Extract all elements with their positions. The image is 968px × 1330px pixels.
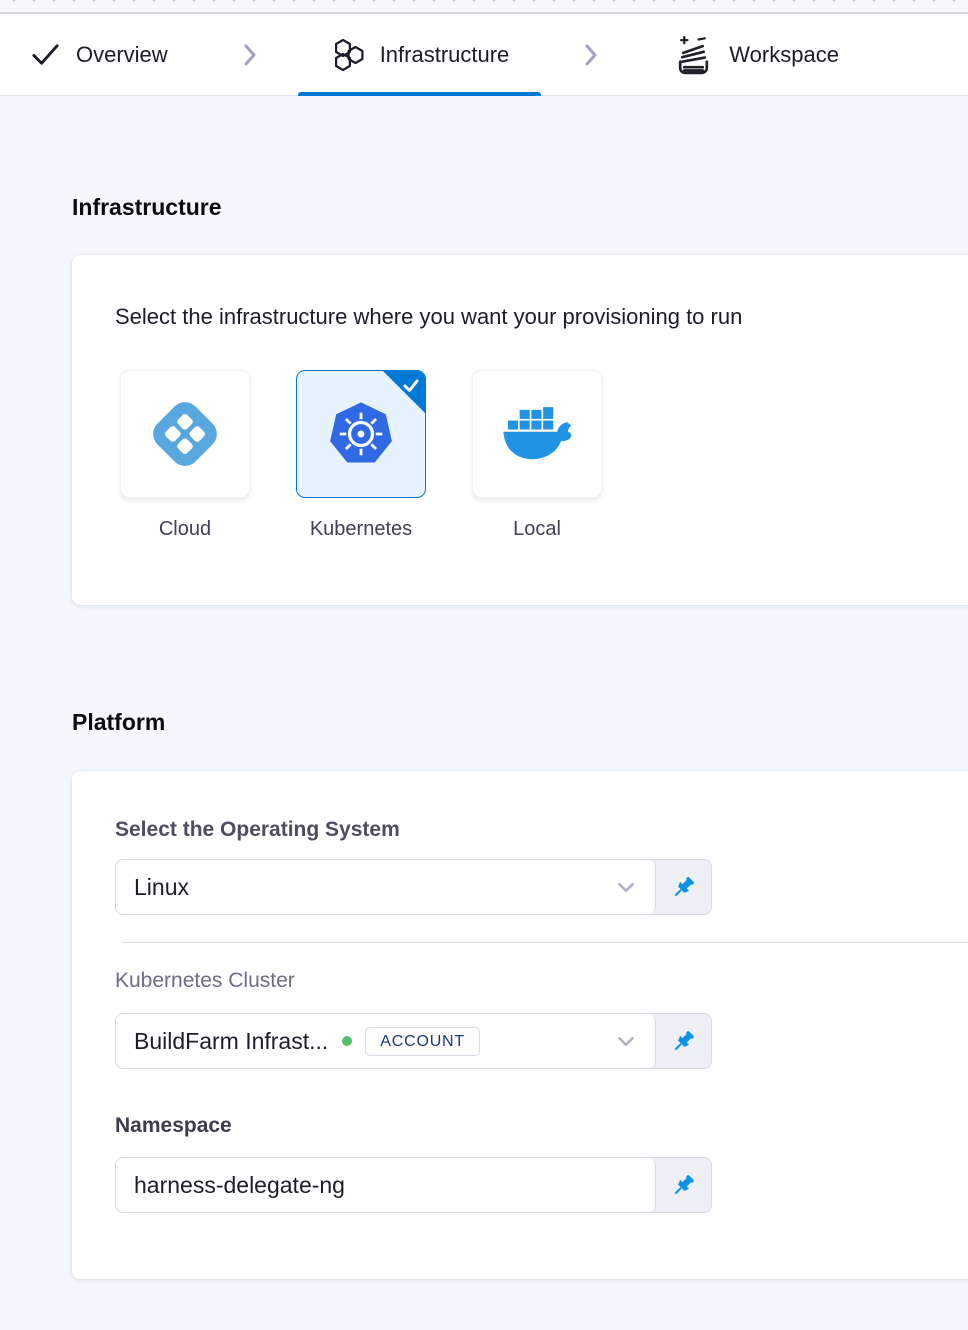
hexagons-icon bbox=[332, 37, 365, 72]
cluster-field-label: Kubernetes Cluster bbox=[115, 968, 968, 994]
tab-infrastructure[interactable]: Infrastructure bbox=[332, 14, 510, 95]
wizard-tab-bar: Overview Infrastructure bbox=[0, 14, 968, 96]
platform-section-heading: Platform bbox=[72, 707, 968, 737]
infrastructure-prompt: Select the infrastructure where you want… bbox=[115, 303, 968, 330]
tile-label-cloud: Cloud bbox=[159, 518, 211, 541]
chevron-down-icon bbox=[613, 1028, 639, 1054]
pipeline-canvas-strip bbox=[0, 0, 968, 14]
os-select[interactable]: Linux bbox=[116, 860, 656, 914]
os-field-group: Linux bbox=[115, 859, 712, 915]
tab-label: Infrastructure bbox=[380, 42, 510, 68]
tab-overview[interactable]: Overview bbox=[30, 14, 168, 95]
cloud-tile[interactable] bbox=[120, 370, 250, 498]
cluster-select[interactable]: BuildFarm Infrast... ACCOUNT bbox=[116, 1014, 656, 1068]
option-cloud: Cloud bbox=[120, 370, 250, 541]
selected-check-icon bbox=[399, 374, 423, 398]
namespace-input[interactable] bbox=[134, 1172, 639, 1199]
chevron-right-icon bbox=[238, 37, 262, 73]
harness-cloud-icon bbox=[146, 395, 224, 473]
cluster-select-value: BuildFarm Infrast... bbox=[134, 1028, 328, 1055]
cluster-pin-button[interactable] bbox=[656, 1014, 711, 1068]
platform-card: Select the Operating System Linux bbox=[72, 771, 968, 1279]
connector-status-dot bbox=[342, 1036, 352, 1046]
os-select-value: Linux bbox=[134, 874, 189, 901]
scope-badge: ACCOUNT bbox=[365, 1027, 480, 1056]
option-kubernetes: Kubernetes bbox=[296, 370, 426, 541]
check-icon bbox=[30, 39, 61, 70]
tab-label: Workspace bbox=[729, 42, 839, 68]
build-stage-setup: Infrastructure Select the infrastructure… bbox=[0, 192, 968, 1279]
chevron-down-icon bbox=[613, 874, 639, 900]
namespace-field-group bbox=[115, 1157, 712, 1213]
tab-label: Overview bbox=[76, 42, 168, 68]
docker-icon bbox=[500, 406, 574, 462]
cluster-field-group: BuildFarm Infrast... ACCOUNT bbox=[115, 1013, 712, 1069]
kubernetes-icon bbox=[325, 398, 397, 470]
os-field-label: Select the Operating System bbox=[115, 817, 968, 843]
chevron-right-icon bbox=[579, 37, 603, 73]
infrastructure-section-heading: Infrastructure bbox=[72, 192, 968, 222]
kubernetes-tile[interactable] bbox=[296, 370, 426, 498]
namespace-pin-button[interactable] bbox=[656, 1158, 711, 1212]
local-tile[interactable] bbox=[472, 370, 602, 498]
namespace-field-label: Namespace bbox=[115, 1113, 968, 1139]
infrastructure-card: Select the infrastructure where you want… bbox=[72, 255, 968, 605]
tile-label-kubernetes: Kubernetes bbox=[310, 518, 412, 541]
infrastructure-options: Cloud bbox=[120, 370, 968, 541]
namespace-input-wrap bbox=[116, 1158, 656, 1212]
os-pin-button[interactable] bbox=[656, 860, 711, 914]
stack-icon bbox=[673, 34, 714, 75]
section-divider bbox=[122, 942, 968, 943]
tile-label-local: Local bbox=[513, 518, 561, 541]
option-local: Local bbox=[472, 370, 602, 541]
tab-workspace[interactable]: Workspace bbox=[673, 14, 839, 95]
